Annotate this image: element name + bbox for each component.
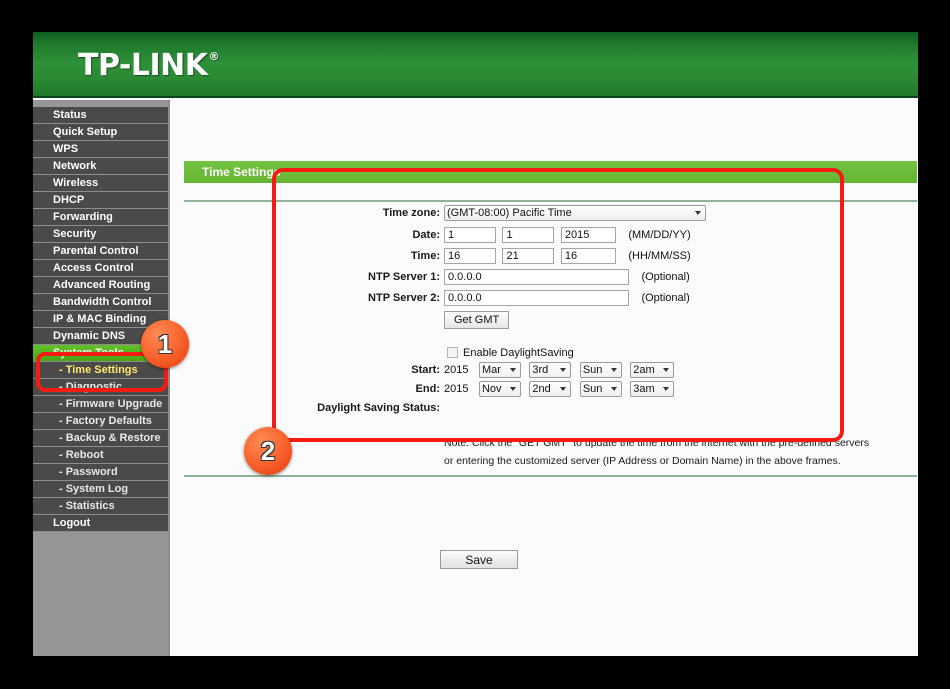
ntp1-hint: (Optional) bbox=[641, 270, 690, 283]
time-format-hint: (HH/MM/SS) bbox=[628, 249, 691, 262]
sidebar-item-system-tools[interactable]: System Tools bbox=[33, 345, 168, 362]
page-title: Time Settings bbox=[184, 161, 917, 183]
row-time: Time: (HH/MM/SS) bbox=[172, 247, 918, 268]
dst-end-hour-select[interactable]: 3am bbox=[630, 380, 675, 397]
dst-status-label: Daylight Saving Status: bbox=[317, 402, 440, 414]
ntp2-label: NTP Server 2: bbox=[368, 292, 440, 304]
row-dst-start: Start: 2015 Mar 3rd Sun 2am bbox=[172, 361, 918, 380]
row-note-1: Note: Click the "GET GMT" to update the … bbox=[172, 423, 918, 449]
row-note-2: or entering the customized server (IP Ad… bbox=[172, 449, 918, 471]
dst-end-day-wrap: Sun bbox=[579, 380, 622, 398]
save-button[interactable]: Save bbox=[440, 550, 518, 569]
sidebar-item-dhcp[interactable]: DHCP bbox=[33, 192, 168, 209]
row-timezone: Time zone: (GMT-08:00) Pacific Time bbox=[172, 204, 918, 226]
dst-start-day-select[interactable]: Sun bbox=[579, 361, 622, 378]
divider-top bbox=[184, 200, 917, 202]
date-label: Date: bbox=[412, 229, 440, 241]
row-ntp1: NTP Server 1: (Optional) bbox=[172, 268, 918, 289]
router-admin-page: TP-LINK® Status Quick Setup WPS Network Wire… bbox=[33, 32, 918, 656]
dst-end-week-select[interactable]: 2nd bbox=[529, 380, 572, 397]
sidebar-item-system-log[interactable]: - System Log bbox=[33, 481, 168, 498]
logo-text: TP-LINK bbox=[78, 48, 208, 83]
sidebar-item-advanced-routing[interactable]: Advanced Routing bbox=[33, 277, 168, 294]
date-month-input[interactable] bbox=[444, 226, 496, 243]
divider-bottom bbox=[184, 475, 917, 477]
dst-start-week-wrap: 3rd bbox=[529, 361, 572, 379]
sidebar-item-network[interactable]: Network bbox=[33, 158, 168, 175]
time-second-input[interactable] bbox=[560, 247, 616, 264]
dst-start-year: 2015 bbox=[444, 364, 469, 376]
dst-start-month-select[interactable]: Mar bbox=[478, 361, 521, 378]
tp-link-logo: TP-LINK® bbox=[78, 48, 220, 83]
content-area: Time Settings Time zone: (GMT-08:00) Pac… bbox=[172, 100, 918, 656]
dst-end-month-wrap: Nov bbox=[478, 380, 521, 398]
note-line-2: or entering the customized server (IP Ad… bbox=[444, 455, 841, 467]
row-ntp2: NTP Server 2: (Optional) bbox=[172, 289, 918, 310]
row-enable-dst: Enable DaylightSaving bbox=[172, 336, 918, 361]
dst-start-label: Start: bbox=[411, 364, 440, 376]
time-minute-input[interactable] bbox=[502, 247, 555, 264]
dst-end-label: End: bbox=[415, 383, 440, 395]
dst-end-day-select[interactable]: Sun bbox=[579, 380, 622, 397]
sidebar-item-firmware-upgrade[interactable]: - Firmware Upgrade bbox=[33, 396, 168, 413]
dst-start-hour-select[interactable]: 2am bbox=[630, 361, 675, 378]
sidebar-item-time-settings[interactable]: - Time Settings bbox=[33, 362, 168, 379]
sidebar-item-bandwidth-control[interactable]: Bandwidth Control bbox=[33, 294, 168, 311]
date-format-hint: (MM/DD/YY) bbox=[628, 228, 691, 241]
sidebar-top-spacer bbox=[33, 100, 168, 107]
time-label: Time: bbox=[410, 250, 440, 262]
dst-start-hour-wrap: 2am bbox=[630, 361, 675, 379]
sidebar-item-status[interactable]: Status bbox=[33, 107, 168, 124]
sidebar-item-security[interactable]: Security bbox=[33, 226, 168, 243]
registered-trademark-icon: ® bbox=[208, 50, 220, 63]
dst-end-year: 2015 bbox=[444, 383, 469, 395]
enable-daylight-saving-label: Enable DaylightSaving bbox=[463, 346, 574, 359]
dst-end-hour-wrap: 3am bbox=[630, 380, 675, 398]
ntp2-hint: (Optional) bbox=[641, 291, 690, 304]
get-gmt-button[interactable]: Get GMT bbox=[444, 311, 510, 329]
note-line-1: Note: Click the "GET GMT" to update the … bbox=[444, 437, 870, 449]
time-hour-input[interactable] bbox=[444, 247, 496, 264]
sidebar-item-password[interactable]: - Password bbox=[33, 464, 168, 481]
ntp2-input[interactable] bbox=[444, 289, 629, 306]
dst-start-month-wrap: Mar bbox=[478, 361, 521, 379]
row-get-gmt: Get GMT bbox=[172, 310, 918, 336]
sidebar-item-parental-control[interactable]: Parental Control bbox=[33, 243, 168, 260]
dst-start-day-wrap: Sun bbox=[579, 361, 622, 379]
ntp1-input[interactable] bbox=[444, 268, 629, 285]
timezone-label: Time zone: bbox=[382, 207, 440, 219]
sidebar-item-forwarding[interactable]: Forwarding bbox=[33, 209, 168, 226]
time-settings-form: Time zone: (GMT-08:00) Pacific Time Date… bbox=[172, 204, 918, 471]
sidebar-item-ip-mac-binding[interactable]: IP & MAC Binding bbox=[33, 311, 168, 328]
dst-end-month-select[interactable]: Nov bbox=[478, 380, 521, 397]
page-header: TP-LINK® bbox=[33, 32, 918, 98]
sidebar-nav: Status Quick Setup WPS Network Wireless DHCP F… bbox=[33, 100, 170, 656]
dst-end-week-wrap: 2nd bbox=[529, 380, 572, 398]
row-dst-status: Daylight Saving Status: bbox=[172, 399, 918, 423]
timezone-select[interactable]: (GMT-08:00) Pacific Time bbox=[444, 204, 706, 221]
sidebar-item-logout[interactable]: Logout bbox=[33, 515, 168, 532]
ntp1-label: NTP Server 1: bbox=[368, 271, 440, 283]
sidebar-item-access-control[interactable]: Access Control bbox=[33, 260, 168, 277]
timezone-select-wrap: (GMT-08:00) Pacific Time bbox=[444, 204, 706, 222]
row-dst-end: End: 2015 Nov 2nd Sun 3am bbox=[172, 380, 918, 399]
enable-daylight-saving-checkbox[interactable] bbox=[447, 347, 458, 359]
sidebar-item-factory-defaults[interactable]: - Factory Defaults bbox=[33, 413, 168, 430]
sidebar-item-quick-setup[interactable]: Quick Setup bbox=[33, 124, 168, 141]
sidebar-item-reboot[interactable]: - Reboot bbox=[33, 447, 168, 464]
dst-start-week-select[interactable]: 3rd bbox=[529, 361, 572, 378]
sidebar-item-statistics[interactable]: - Statistics bbox=[33, 498, 168, 515]
sidebar-item-wireless[interactable]: Wireless bbox=[33, 175, 168, 192]
sidebar-item-wps[interactable]: WPS bbox=[33, 141, 168, 158]
date-day-input[interactable] bbox=[502, 226, 555, 243]
sidebar-item-dynamic-dns[interactable]: Dynamic DNS bbox=[33, 328, 168, 345]
date-year-input[interactable] bbox=[560, 226, 616, 243]
sidebar-item-backup-restore[interactable]: - Backup & Restore bbox=[33, 430, 168, 447]
sidebar-item-diagnostic[interactable]: - Diagnostic bbox=[33, 379, 168, 396]
sidebar-menu-list: Status Quick Setup WPS Network Wireless DHCP F… bbox=[33, 107, 168, 532]
row-date: Date: (MM/DD/YY) bbox=[172, 226, 918, 247]
